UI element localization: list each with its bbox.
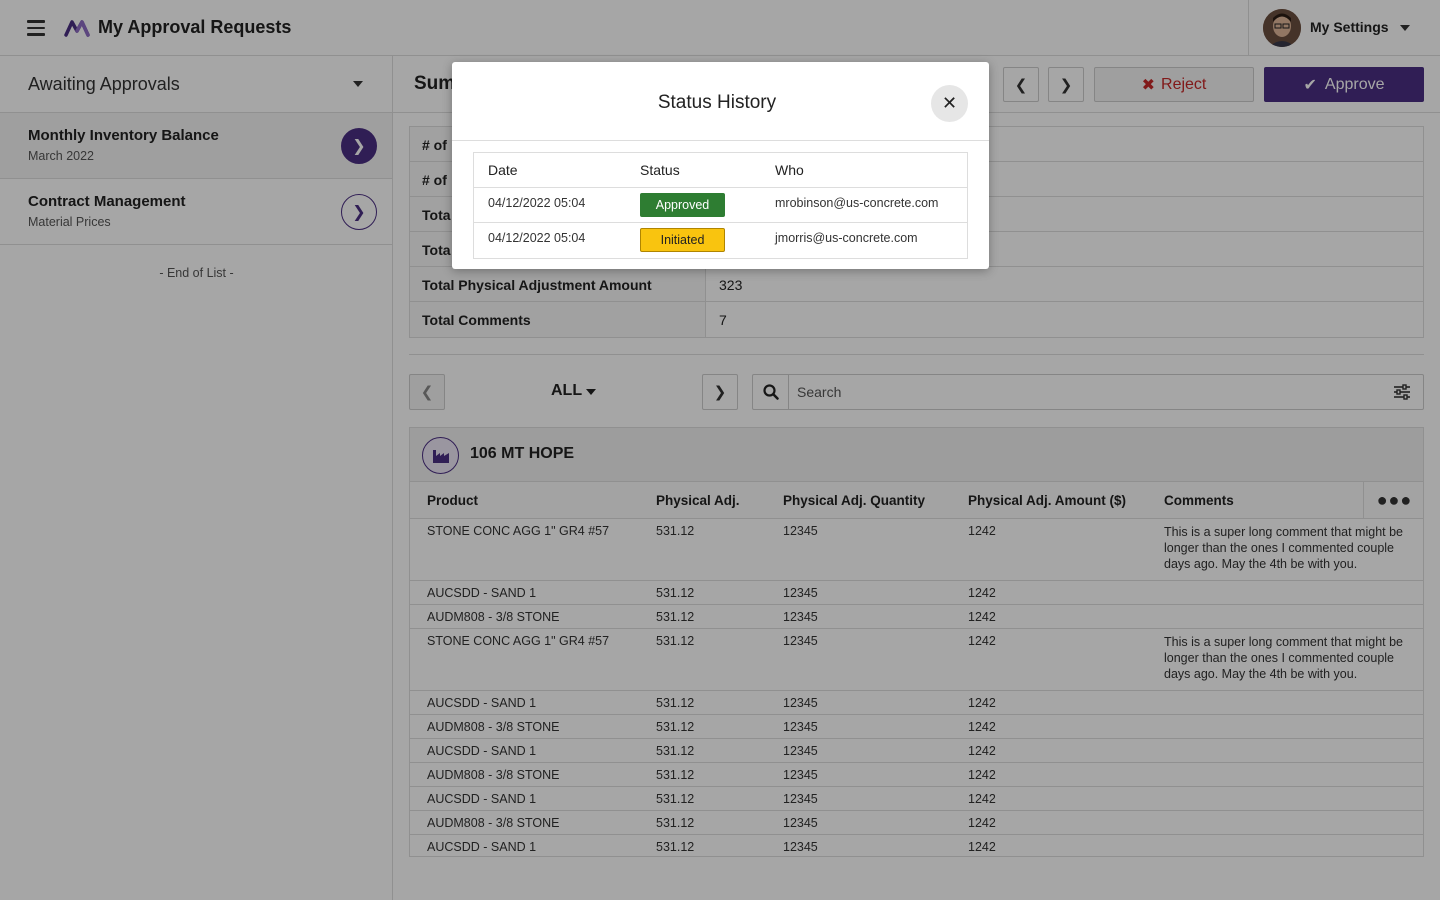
table-row: 04/12/2022 05:04 Approved mrobinson@us-c… <box>474 188 967 223</box>
divider <box>452 140 989 141</box>
modal-title: Status History <box>657 92 777 113</box>
status-badge: Approved <box>640 193 725 217</box>
status-history-table: Date Status Who 04/12/2022 05:04 Approve… <box>473 152 968 259</box>
history-date: 04/12/2022 05:04 <box>488 231 586 245</box>
history-who: mrobinson@us-concrete.com <box>775 196 939 210</box>
column-header-status: Status <box>640 162 680 178</box>
history-date: 04/12/2022 05:04 <box>488 196 586 210</box>
status-history-modal: Status History ✕ Date Status Who 04/12/2… <box>452 62 989 269</box>
table-header: Date Status Who <box>474 153 967 188</box>
close-button[interactable]: ✕ <box>931 85 968 122</box>
table-row: 04/12/2022 05:04 Initiated jmorris@us-co… <box>474 223 967 258</box>
history-who: jmorris@us-concrete.com <box>775 231 918 245</box>
column-header-who: Who <box>775 162 804 178</box>
close-icon: ✕ <box>941 93 958 113</box>
status-badge: Initiated <box>640 228 725 252</box>
column-header-date: Date <box>488 162 518 178</box>
